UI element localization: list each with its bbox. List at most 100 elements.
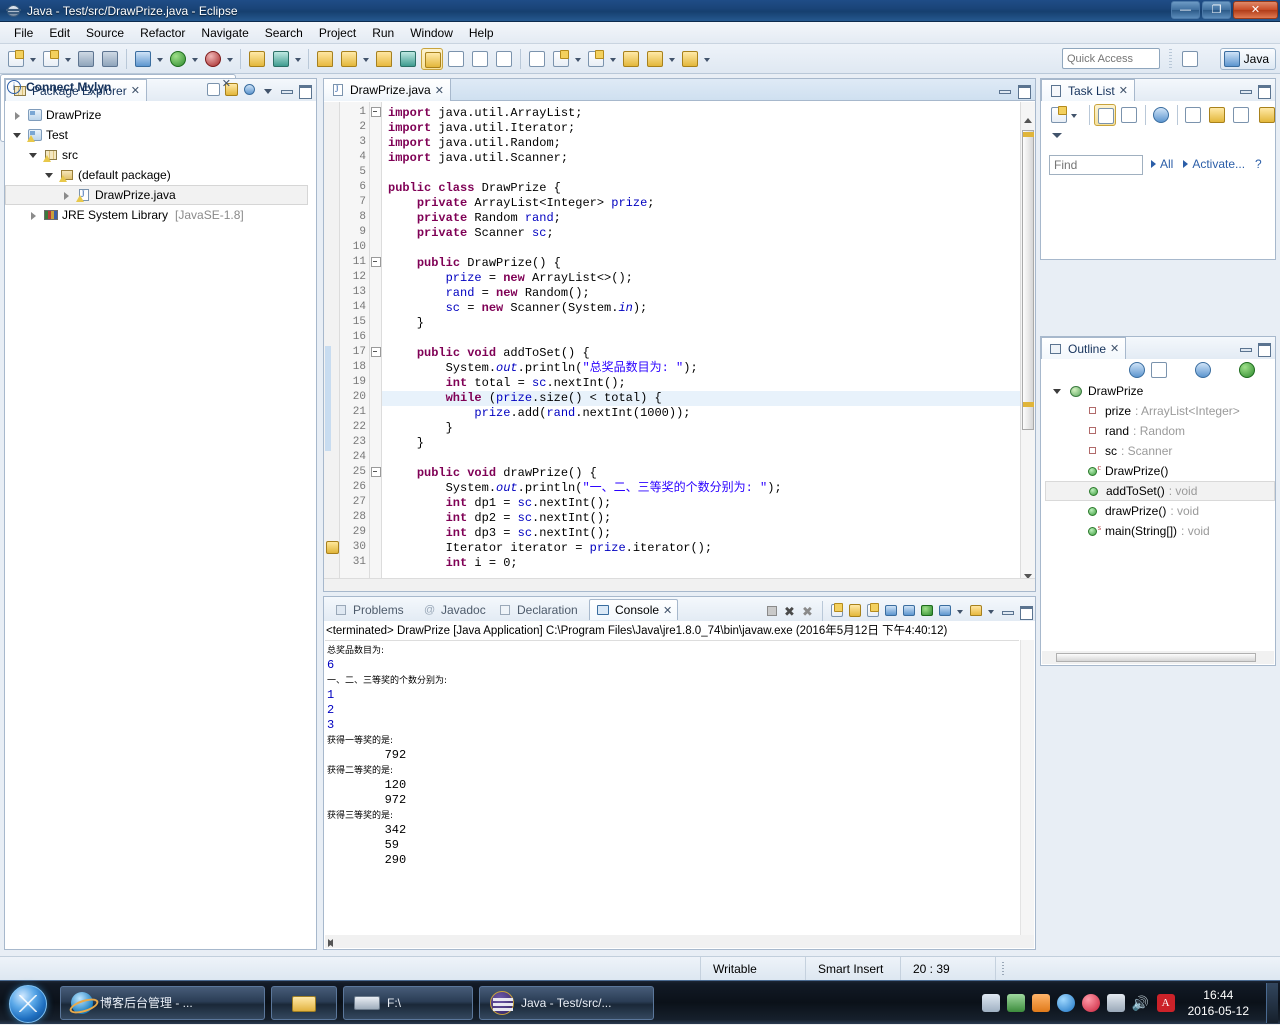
close-button[interactable]: ✕ bbox=[1233, 1, 1278, 19]
minimize-view-icon[interactable] bbox=[1237, 82, 1253, 98]
tray-network-icon[interactable] bbox=[1106, 994, 1125, 1012]
quick-access-input[interactable] bbox=[1062, 48, 1160, 69]
outline-item-prize[interactable]: prize : ArrayList<Integer> bbox=[1045, 401, 1275, 421]
menu-edit[interactable]: Edit bbox=[41, 24, 78, 42]
forward-dropdown-icon[interactable] bbox=[702, 48, 713, 70]
mylyn-context-icon[interactable] bbox=[445, 48, 467, 70]
tray-volume-icon[interactable]: 🔊 bbox=[1132, 994, 1150, 1012]
minimize-console-icon[interactable] bbox=[999, 603, 1015, 619]
editor-horizontal-scrollbar[interactable] bbox=[324, 578, 1035, 591]
console-select-dropdown-icon[interactable] bbox=[955, 600, 966, 622]
collapse-twisty-icon[interactable] bbox=[27, 149, 40, 162]
minimize-button[interactable]: — bbox=[1171, 1, 1200, 19]
new-task-icon[interactable] bbox=[397, 48, 419, 70]
external-tools-icon[interactable] bbox=[270, 48, 292, 70]
outline-tree[interactable]: DrawPrize prize : ArrayList<Integer> rand … bbox=[1041, 381, 1275, 541]
menu-help[interactable]: Help bbox=[461, 24, 502, 42]
outline-item-rand[interactable]: rand : Random bbox=[1045, 421, 1275, 441]
toggle-markers-icon[interactable] bbox=[469, 48, 491, 70]
console-horizontal-scrollbar[interactable] bbox=[325, 935, 1034, 948]
tab-declaration[interactable]: Declaration bbox=[492, 599, 583, 620]
outline-item-drawprize[interactable]: drawPrize() : void bbox=[1045, 501, 1275, 521]
minimize-view-icon[interactable] bbox=[1237, 340, 1253, 356]
hide-static-icon[interactable] bbox=[1214, 359, 1236, 381]
outline-item-main-string[interactable]: s main(String[]) : void bbox=[1045, 521, 1275, 541]
new-task-icon[interactable] bbox=[1048, 104, 1070, 126]
view-menu-icon[interactable] bbox=[242, 82, 258, 98]
tree-item-jre-system-library[interactable]: JRE System Library [JavaSE-1.8] bbox=[5, 205, 316, 225]
outline-item-sc[interactable]: sc : Scanner bbox=[1045, 441, 1275, 461]
close-icon[interactable]: ✕ bbox=[435, 84, 444, 97]
hide-fields-icon[interactable] bbox=[1192, 359, 1214, 381]
run-dropdown-icon[interactable] bbox=[190, 48, 201, 70]
help-icon[interactable]: ? bbox=[1255, 157, 1262, 171]
taskbar-item-drive[interactable]: F:\ bbox=[343, 985, 473, 1020]
tree-item-src[interactable]: src bbox=[5, 145, 316, 165]
save-icon[interactable] bbox=[75, 48, 97, 70]
build-dropdown-icon[interactable] bbox=[155, 48, 166, 70]
tray-safely-remove-icon[interactable] bbox=[1006, 994, 1025, 1012]
task-view-menu-icon[interactable] bbox=[1256, 104, 1278, 126]
tray-browser-icon[interactable] bbox=[1056, 994, 1075, 1012]
tab-console[interactable]: Console ✕ bbox=[589, 599, 679, 620]
taskbar-item-eclipse[interactable]: Java - Test/src/... bbox=[479, 985, 654, 1020]
filter-all-arrow-icon[interactable] bbox=[1151, 160, 1156, 168]
chevron-down-icon[interactable] bbox=[260, 82, 276, 98]
tab-javadoc[interactable]: @ Javadoc bbox=[416, 599, 491, 620]
minimize-editor-icon[interactable] bbox=[996, 82, 1012, 98]
fold-toggle-icon[interactable] bbox=[370, 466, 381, 481]
display-selected-console-icon[interactable] bbox=[937, 603, 953, 619]
open-task-icon[interactable] bbox=[373, 48, 395, 70]
scroll-up-icon[interactable] bbox=[1024, 118, 1032, 123]
start-button[interactable] bbox=[2, 983, 54, 1023]
expand-twisty-icon[interactable] bbox=[60, 189, 73, 202]
task-find-input[interactable] bbox=[1049, 155, 1143, 175]
remove-launch-icon[interactable]: ✖ bbox=[782, 603, 798, 619]
back-icon[interactable] bbox=[644, 48, 666, 70]
run-icon[interactable] bbox=[167, 48, 189, 70]
synchronize-icon[interactable] bbox=[1150, 104, 1172, 126]
next-annotation-icon[interactable] bbox=[550, 48, 572, 70]
search-dropdown-icon[interactable] bbox=[361, 48, 372, 70]
clear-console-icon[interactable] bbox=[829, 603, 845, 619]
show-desktop-button[interactable] bbox=[1266, 983, 1278, 1023]
tab-problems[interactable]: Problems bbox=[328, 599, 409, 620]
scroll-lock-icon[interactable] bbox=[847, 603, 863, 619]
overview-ruler-marker[interactable] bbox=[1023, 132, 1034, 137]
menu-source[interactable]: Source bbox=[78, 24, 132, 42]
maximize-editor-icon[interactable] bbox=[1015, 82, 1031, 99]
menu-navigate[interactable]: Navigate bbox=[193, 24, 256, 42]
forward-icon[interactable] bbox=[679, 48, 701, 70]
task-list-tab[interactable]: Task List ✕ bbox=[1041, 79, 1135, 101]
overview-ruler-marker[interactable] bbox=[1023, 402, 1034, 407]
open-perspective-icon[interactable] bbox=[1178, 49, 1202, 69]
debug-dropdown-icon[interactable] bbox=[225, 48, 236, 70]
close-icon[interactable]: ✕ bbox=[663, 604, 672, 617]
fold-toggle-icon[interactable] bbox=[370, 346, 381, 361]
menu-file[interactable]: File bbox=[6, 24, 41, 42]
collapse-twisty-icon[interactable] bbox=[1051, 385, 1064, 398]
new-wizard-icon[interactable] bbox=[5, 48, 27, 70]
expand-twisty-icon[interactable] bbox=[27, 209, 40, 222]
fold-toggle-icon[interactable] bbox=[370, 106, 381, 121]
tree-item-drawprize-java[interactable]: DrawPrize.java bbox=[5, 185, 308, 205]
taskbar-item-explorer[interactable] bbox=[271, 985, 337, 1020]
maximize-view-icon[interactable] bbox=[1255, 340, 1271, 357]
menu-window[interactable]: Window bbox=[402, 24, 461, 42]
external-tools-dropdown-icon[interactable] bbox=[293, 48, 304, 70]
open-console-dropdown-icon[interactable] bbox=[986, 600, 997, 622]
warning-marker-icon[interactable] bbox=[326, 541, 339, 554]
taskbar-item-browser[interactable]: 博客后台管理 - ... bbox=[60, 985, 265, 1020]
menu-project[interactable]: Project bbox=[311, 24, 364, 42]
tray-show-hidden-icon[interactable] bbox=[981, 994, 1000, 1012]
hide-non-public-icon[interactable] bbox=[1236, 359, 1258, 381]
code-editor[interactable]: 1 2 3 4 5 6 7 8 9 10 11 12 13 14 15 16 17 18 19 20 21 22 23 24 2… bbox=[324, 102, 1035, 591]
terminate-icon[interactable] bbox=[764, 603, 780, 619]
expand-twisty-icon[interactable] bbox=[11, 109, 24, 122]
maximize-view-icon[interactable] bbox=[1255, 82, 1271, 99]
console-output[interactable]: 总奖品数目为: 6 一、二、三等奖的个数分别为: 1 2 3 获得一等奖的是: 792 获得二… bbox=[325, 640, 1019, 935]
focus-on-active-task-icon[interactable] bbox=[1126, 359, 1148, 381]
show-ui-legend-icon[interactable] bbox=[1206, 104, 1228, 126]
previous-annotation-icon[interactable] bbox=[585, 48, 607, 70]
maximize-button[interactable]: ❐ bbox=[1202, 1, 1231, 19]
